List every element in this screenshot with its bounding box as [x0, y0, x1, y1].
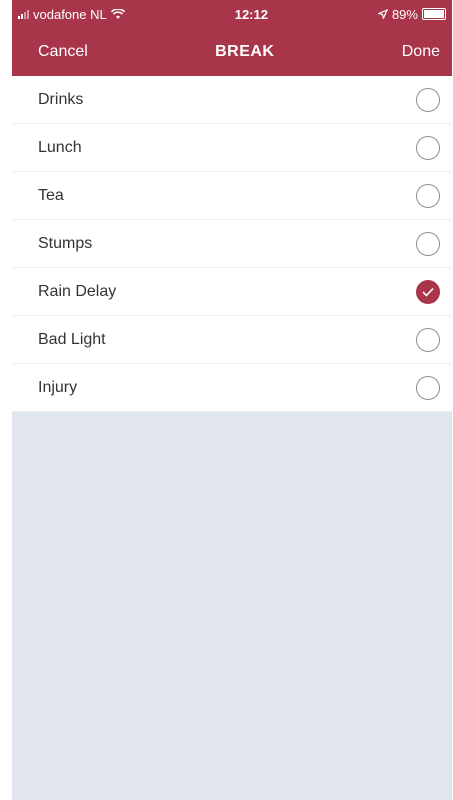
option-row[interactable]: Injury: [12, 364, 452, 412]
option-row[interactable]: Stumps: [12, 220, 452, 268]
radio-unchecked-icon[interactable]: [416, 183, 440, 208]
radio-unchecked-icon[interactable]: [416, 327, 440, 352]
option-row[interactable]: Bad Light: [12, 316, 452, 364]
cellular-signal-icon: [18, 9, 29, 19]
battery-percent: 89%: [391, 6, 418, 22]
status-right: 89%: [377, 6, 446, 22]
option-label: Drinks: [38, 90, 84, 108]
carrier-name: vodafone NL: [33, 6, 107, 22]
cancel-button[interactable]: Cancel: [38, 43, 88, 61]
option-row[interactable]: Lunch: [12, 124, 452, 172]
radio-unchecked-icon[interactable]: [416, 87, 440, 112]
status-time: 12:12: [234, 6, 268, 22]
status-left: vodafone NL: [18, 7, 125, 22]
radio-unchecked-icon[interactable]: [416, 375, 440, 400]
option-row[interactable]: Tea: [12, 172, 452, 220]
radio-unchecked-icon[interactable]: [416, 135, 440, 160]
app-frame: vodafone NL 12:12 89% Cancel BREAK Done: [12, 0, 452, 800]
option-label: Stumps: [38, 234, 93, 252]
break-options-list: Drinks Lunch Tea Stumps Rain Delay Bad Light I…: [12, 76, 452, 412]
option-label: Lunch: [38, 138, 82, 156]
header: vodafone NL 12:12 89% Cancel BREAK Done: [12, 0, 452, 76]
page-title: BREAK: [215, 43, 275, 60]
option-label: Rain Delay: [38, 282, 117, 300]
option-label: Tea: [38, 186, 64, 204]
wifi-icon: [110, 8, 125, 19]
option-label: Injury: [38, 378, 78, 396]
option-label: Bad Light: [38, 330, 106, 348]
location-arrow-icon: [377, 9, 388, 19]
nav-bar: Cancel BREAK Done: [12, 28, 452, 76]
radio-checked-icon[interactable]: [416, 279, 440, 304]
option-row[interactable]: Rain Delay: [12, 268, 452, 316]
battery-icon: [421, 8, 446, 20]
done-button[interactable]: Done: [402, 43, 440, 61]
option-row[interactable]: Drinks: [12, 76, 452, 124]
radio-unchecked-icon[interactable]: [416, 231, 440, 256]
status-bar: vodafone NL 12:12 89%: [12, 0, 452, 28]
checkmark-icon: [422, 287, 434, 297]
